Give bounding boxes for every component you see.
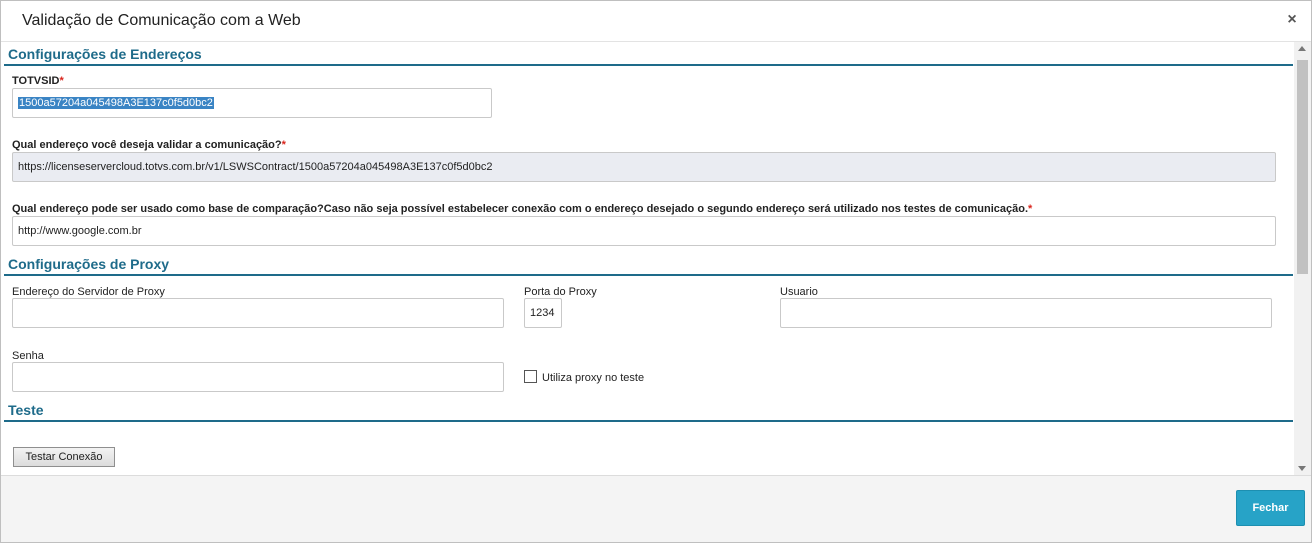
scroll-down-icon[interactable] bbox=[1298, 466, 1306, 471]
proxy-servidor-input[interactable] bbox=[12, 298, 504, 328]
section-title-enderecos: Configurações de Endereços bbox=[8, 46, 202, 62]
proxy-senha-label: Senha bbox=[12, 350, 44, 362]
endereco-comparacao-input[interactable]: http://www.google.com.br bbox=[12, 216, 1276, 246]
fechar-button[interactable]: Fechar bbox=[1236, 490, 1305, 526]
utiliza-proxy-label: Utiliza proxy no teste bbox=[542, 372, 645, 384]
proxy-servidor-label: Endereço do Servidor de Proxy bbox=[12, 286, 165, 298]
scroll-up-icon[interactable] bbox=[1298, 46, 1306, 51]
proxy-porta-input[interactable]: 1234 bbox=[524, 298, 562, 328]
proxy-porta-label: Porta do Proxy bbox=[524, 286, 597, 298]
section-title-proxy: Configurações de Proxy bbox=[8, 256, 170, 272]
dialog-titlebar: Validação de Comunicação com a Web × bbox=[1, 1, 1311, 42]
dialog-footer: Fechar bbox=[1, 475, 1311, 542]
validation-dialog: Validação de Comunicação com a Web × Con… bbox=[0, 0, 1312, 543]
vertical-scrollbar[interactable] bbox=[1294, 42, 1311, 475]
totvsid-value: 1500a57204a045498A3E137c0f5d0bc2 bbox=[18, 97, 214, 109]
section-divider bbox=[4, 420, 1293, 422]
endereco-validar-field: https://licenseservercloud.totvs.com.br/… bbox=[12, 152, 1276, 182]
testar-conexao-button[interactable]: Testar Conexão bbox=[13, 447, 115, 467]
required-mark: * bbox=[281, 139, 286, 151]
proxy-usuario-input[interactable] bbox=[780, 298, 1272, 328]
section-divider bbox=[4, 274, 1293, 276]
dialog-title: Validação de Comunicação com a Web bbox=[22, 12, 301, 29]
endereco-validar-label: Qual endereço você deseja validar a comu… bbox=[12, 139, 286, 151]
scrollbar-thumb[interactable] bbox=[1297, 60, 1308, 274]
required-mark: * bbox=[59, 75, 64, 87]
dialog-content: Configurações de Endereços TOTVSID* 1500… bbox=[1, 42, 1311, 475]
close-icon[interactable]: × bbox=[1283, 11, 1301, 29]
section-divider bbox=[4, 64, 1293, 66]
section-title-teste: Teste bbox=[8, 402, 44, 418]
proxy-senha-input[interactable] bbox=[12, 362, 504, 392]
totvsid-label: TOTVSID* bbox=[12, 75, 64, 87]
utiliza-proxy-checkbox[interactable] bbox=[524, 370, 537, 383]
totvsid-input[interactable]: 1500a57204a045498A3E137c0f5d0bc2 bbox=[12, 88, 492, 118]
endereco-comparacao-label: Qual endereço pode ser usado como base d… bbox=[12, 203, 1033, 215]
required-mark: * bbox=[1028, 203, 1033, 215]
proxy-usuario-label: Usuario bbox=[780, 286, 818, 298]
